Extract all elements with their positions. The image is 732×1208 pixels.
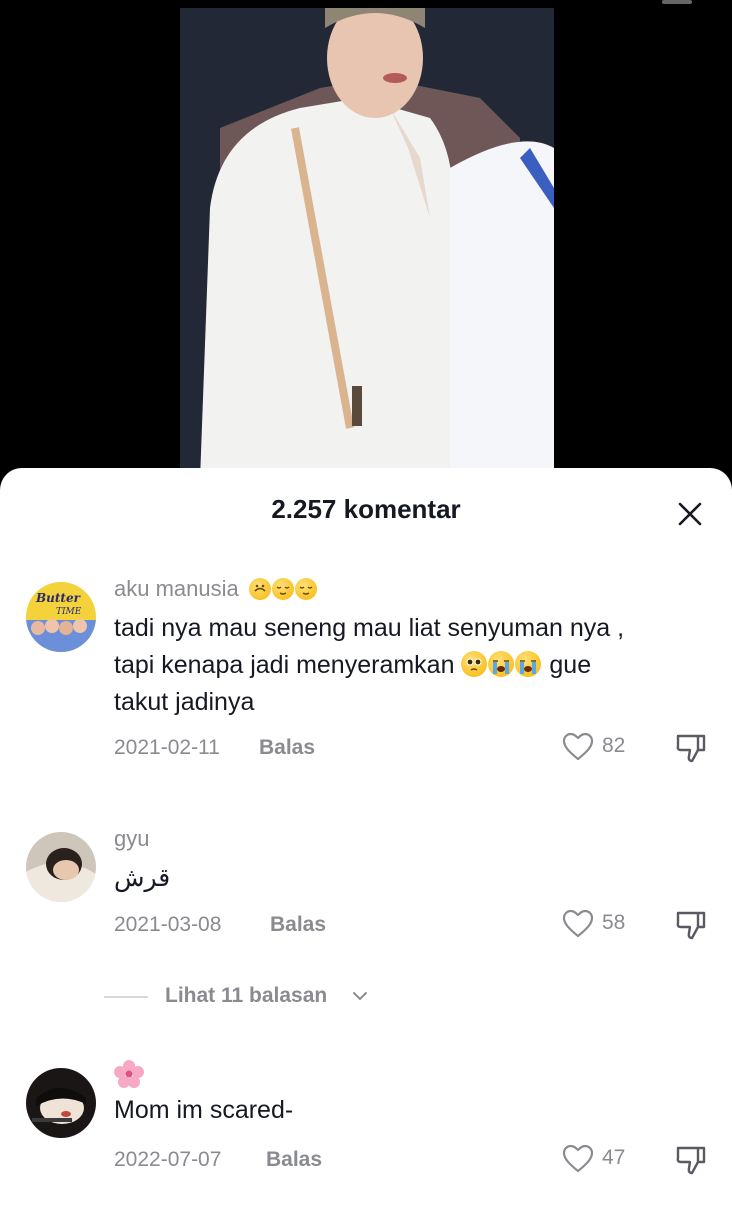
relieved-face-icon bbox=[294, 578, 317, 600]
reply-button[interactable]: Balas bbox=[270, 913, 326, 937]
comment-date: 2022-07-07 bbox=[114, 1148, 222, 1171]
comment-text-segment: tapi kenapa jadi menyeramkan bbox=[114, 651, 455, 679]
like-button[interactable]: 82 bbox=[562, 730, 642, 764]
comments-sheet: 2.257 komentar Butter TIME aku manusia t… bbox=[0, 468, 732, 1208]
like-button[interactable]: 58 bbox=[562, 907, 642, 941]
comment-date: 2021-02-11 bbox=[114, 736, 220, 759]
video-frame bbox=[180, 8, 554, 480]
video-player[interactable] bbox=[0, 0, 732, 480]
close-button[interactable] bbox=[674, 498, 706, 530]
comment-text: قرش bbox=[114, 864, 171, 892]
close-icon bbox=[678, 502, 702, 526]
avatar-logo-text-2: TIME bbox=[56, 607, 82, 617]
dislike-button[interactable] bbox=[674, 730, 708, 764]
chevron-down-icon bbox=[353, 992, 367, 1001]
comment-text-line: tapi kenapa jadi menyeramkan gue bbox=[114, 647, 714, 684]
thumbs-down-icon bbox=[676, 1146, 706, 1175]
comment-text-segment: gue bbox=[549, 651, 592, 679]
like-count: 47 bbox=[602, 1146, 626, 1169]
comment-username[interactable] bbox=[114, 1060, 144, 1094]
dislike-button[interactable] bbox=[674, 907, 708, 941]
username-text: aku manusia bbox=[114, 576, 239, 601]
comment-text: tadi nya mau seneng mau liat senyuman ny… bbox=[114, 610, 714, 721]
avatar-image bbox=[26, 832, 96, 902]
heart-icon bbox=[562, 1144, 594, 1173]
comment-text-line: takut jadinya bbox=[114, 688, 255, 716]
heart-icon bbox=[562, 732, 594, 761]
comment-text: Mom im scared- bbox=[114, 1096, 294, 1124]
like-count: 58 bbox=[602, 911, 626, 934]
heart-icon bbox=[562, 909, 594, 938]
comment-text-line: tadi nya mau seneng mau liat senyuman ny… bbox=[114, 614, 625, 642]
view-replies-label: Lihat 11 balasan bbox=[165, 984, 328, 1007]
crying-face-icon bbox=[488, 651, 515, 677]
performer-image bbox=[180, 8, 554, 480]
upside-down-face-icon bbox=[248, 578, 271, 600]
crying-face-icon bbox=[515, 651, 542, 677]
comment-username[interactable]: gyu bbox=[114, 826, 149, 852]
relieved-face-icon bbox=[271, 578, 294, 600]
hibiscus-icon bbox=[114, 1060, 144, 1088]
like-button[interactable]: 47 bbox=[562, 1142, 642, 1176]
thumbs-down-icon bbox=[676, 734, 706, 763]
avatar-image bbox=[26, 1068, 96, 1138]
comment-count: 2.257 komentar bbox=[271, 494, 461, 524]
pleading-face-icon bbox=[461, 651, 488, 677]
avatar-image: Butter TIME bbox=[26, 582, 96, 652]
avatar[interactable]: Butter TIME bbox=[26, 582, 96, 652]
like-count: 82 bbox=[602, 734, 626, 757]
reply-button[interactable]: Balas bbox=[259, 736, 315, 760]
comment-date: 2021-03-08 bbox=[114, 913, 222, 936]
status-indicator bbox=[662, 0, 692, 4]
avatar-logo-text-1: Butter bbox=[35, 591, 82, 605]
avatar[interactable] bbox=[26, 832, 96, 902]
comment-username[interactable]: aku manusia bbox=[114, 576, 318, 602]
avatar[interactable] bbox=[26, 1068, 96, 1138]
dislike-button[interactable] bbox=[674, 1142, 708, 1176]
divider bbox=[104, 996, 148, 998]
sheet-header: 2.257 komentar bbox=[0, 468, 732, 552]
reply-button[interactable]: Balas bbox=[266, 1148, 322, 1172]
thumbs-down-icon bbox=[676, 911, 706, 940]
